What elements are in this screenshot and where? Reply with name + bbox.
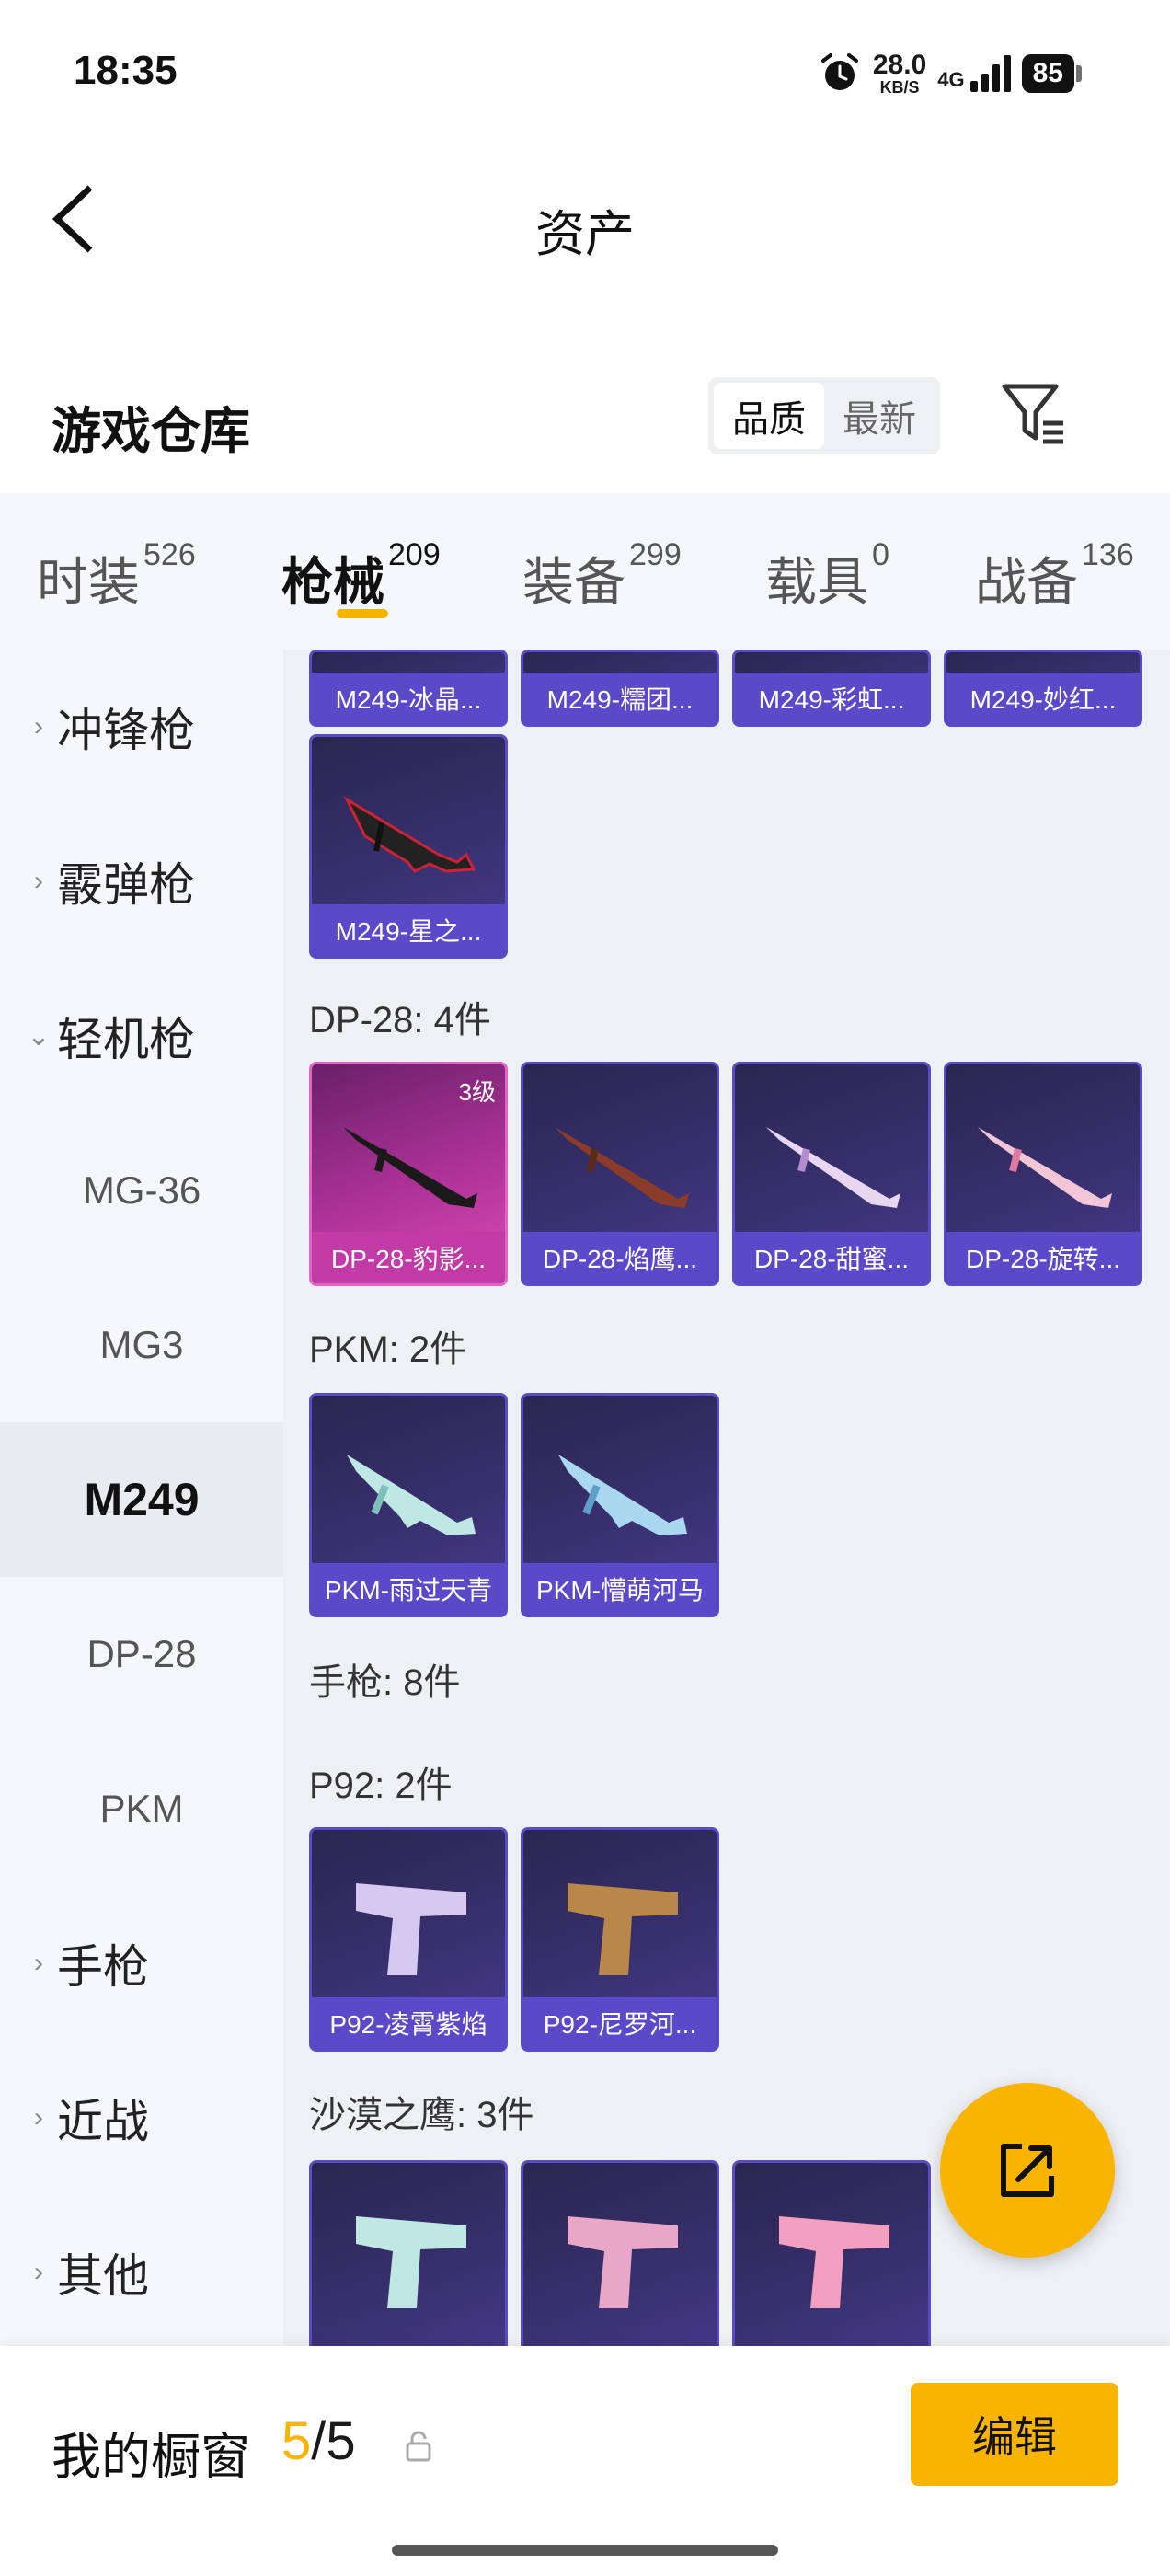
- pistol-icon: [356, 1883, 466, 1975]
- warehouse-header: 游戏仓库 品质 最新: [0, 368, 1170, 469]
- item-card[interactable]: [521, 2160, 719, 2346]
- tab-vehicles[interactable]: 载具 0: [765, 537, 889, 615]
- chevron-right-icon: ›: [34, 1948, 43, 1978]
- tab-guns[interactable]: 枪械 209: [281, 537, 441, 615]
- section-header-pistol: 手枪: 8件: [309, 1662, 461, 1703]
- section-header-p92: P92: 2件: [309, 1765, 453, 1806]
- active-tab-indicator: [337, 609, 388, 618]
- signal-icon: 4G: [937, 55, 1011, 92]
- item-card[interactable]: DP-28-甜蜜...: [732, 1062, 931, 1286]
- sort-quality[interactable]: 品质: [714, 383, 824, 449]
- battery-icon: 85: [1021, 54, 1082, 93]
- lmg-icon: [347, 1455, 476, 1535]
- sidebar-item-shotgun[interactable]: › 霰弹枪: [0, 804, 283, 959]
- chevron-right-icon: ›: [34, 711, 43, 742]
- tab-supplies[interactable]: 战备 136: [975, 537, 1134, 615]
- lmg-icon: [343, 796, 476, 873]
- home-indicator: [392, 2545, 778, 2556]
- rifle-icon: [343, 1127, 477, 1208]
- item-card[interactable]: DP-28-焰鹰...: [521, 1062, 719, 1286]
- item-card[interactable]: M249-妙红...: [944, 650, 1142, 727]
- status-time: 18:35: [74, 48, 178, 93]
- pistol-icon: [568, 2216, 678, 2308]
- sidebar-item-other[interactable]: › 其他: [0, 2195, 283, 2350]
- rifle-icon: [555, 1127, 689, 1208]
- item-card[interactable]: P92-尼罗河...: [521, 1827, 719, 2052]
- lock-icon: [406, 2431, 431, 2462]
- section-header-deagle: 沙漠之鹰: 3件: [309, 2095, 534, 2135]
- filter-icon[interactable]: [999, 379, 1069, 449]
- sidebar-sub-mg36[interactable]: MG-36: [0, 1113, 283, 1268]
- sidebar-item-lmg[interactable]: ⌄ 轻机枪: [0, 959, 283, 1113]
- edit-button[interactable]: 编辑: [911, 2383, 1118, 2486]
- item-card[interactable]: M249-星之...: [309, 734, 508, 959]
- item-card[interactable]: PKM-懵萌河马: [521, 1393, 719, 1617]
- warehouse-title: 游戏仓库: [52, 404, 250, 459]
- share-external-icon: [1001, 2144, 1054, 2197]
- item-card[interactable]: M249-糯团...: [521, 650, 719, 727]
- showcase-count: 5/5: [281, 2411, 356, 2471]
- net-speed: 28.0 KB/S: [872, 50, 927, 97]
- sort-latest[interactable]: 最新: [824, 383, 935, 449]
- sidebar-sub-pkm[interactable]: PKM: [0, 1731, 283, 1886]
- pistol-icon: [356, 2216, 466, 2308]
- sidebar-sub-m249[interactable]: M249: [0, 1422, 283, 1577]
- pistol-icon: [779, 2216, 889, 2308]
- section-header-pkm: PKM: 2件: [309, 1329, 467, 1370]
- item-card[interactable]: M249-彩虹...: [732, 650, 931, 727]
- tab-fashion[interactable]: 时装 526: [37, 537, 196, 615]
- chevron-right-icon: ›: [34, 866, 43, 896]
- showcase-label: 我的橱窗: [52, 2430, 250, 2485]
- category-tabs: 时装 526 枪械 209 装备 299 载具 0 战备 136: [0, 493, 1170, 650]
- item-card[interactable]: [732, 2160, 931, 2346]
- chevron-right-icon: ›: [34, 2257, 43, 2287]
- lmg-icon: [558, 1455, 687, 1535]
- item-card[interactable]: 3级 DP-28-豹影...: [309, 1062, 508, 1286]
- sidebar: › 冲锋枪 › 霰弹枪 ⌄ 轻机枪 MG-36 MG3 M249 DP-28 P…: [0, 650, 283, 2346]
- item-card[interactable]: DP-28-旋转...: [944, 1062, 1142, 1286]
- item-card[interactable]: P92-凌霄紫焰: [309, 1827, 508, 2052]
- app-header: 资产: [0, 166, 1170, 276]
- sidebar-item-smg[interactable]: › 冲锋枪: [0, 650, 283, 804]
- item-card[interactable]: PKM-雨过天青: [309, 1393, 508, 1617]
- showcase-bar: 我的橱窗 5/5 编辑: [0, 2346, 1170, 2576]
- chevron-down-icon: ⌄: [27, 1020, 51, 1052]
- share-button[interactable]: [940, 2083, 1115, 2258]
- sort-segment: 品质 最新: [708, 377, 940, 454]
- page-title: 资产: [535, 207, 635, 262]
- chevron-right-icon: ›: [34, 2102, 43, 2133]
- sidebar-item-melee[interactable]: › 近战: [0, 2041, 283, 2195]
- section-header-dp28: DP-28: 4件: [309, 1000, 491, 1041]
- rifle-icon: [978, 1127, 1112, 1208]
- status-bar: 18:35 28.0 KB/S 4G 85: [0, 0, 1170, 147]
- pistol-icon: [568, 1883, 678, 1975]
- sidebar-sub-dp28[interactable]: DP-28: [0, 1577, 283, 1731]
- alarm-icon: [820, 53, 858, 90]
- sidebar-sub-mg3[interactable]: MG3: [0, 1268, 283, 1422]
- item-card[interactable]: M249-冰晶...: [309, 650, 508, 727]
- status-icons: 28.0 KB/S 4G 85: [818, 46, 1082, 101]
- tab-equipment[interactable]: 装备 299: [522, 537, 682, 615]
- item-card[interactable]: [309, 2160, 508, 2346]
- sidebar-item-pistol[interactable]: › 手枪: [0, 1886, 283, 2041]
- rifle-icon: [766, 1127, 900, 1208]
